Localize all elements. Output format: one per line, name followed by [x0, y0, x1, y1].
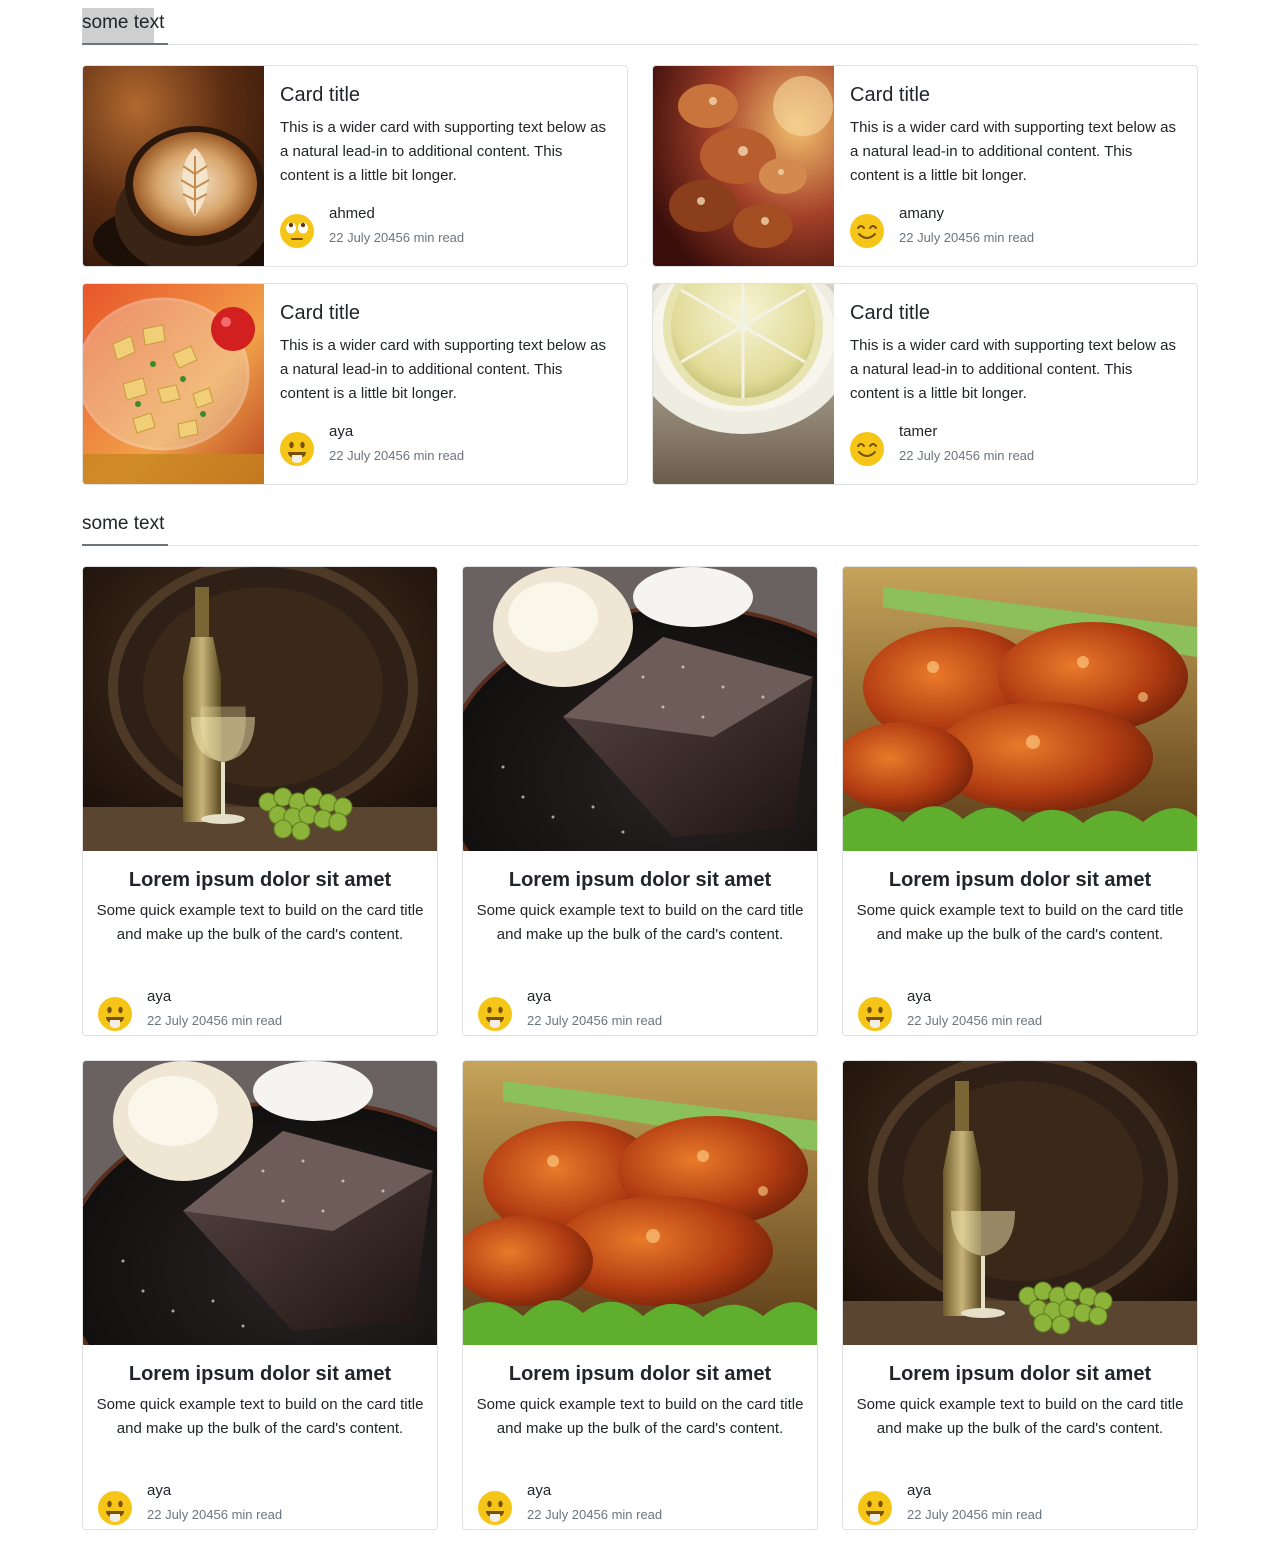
brownie-image [463, 567, 817, 851]
card-text: This is a wider card with supporting tex… [280, 119, 606, 184]
tongue-out-emoji-icon [98, 997, 132, 1031]
horizontal-card[interactable]: Card title This is a wider card with sup… [82, 65, 628, 267]
post-meta: 22 July 20456 min read [147, 1507, 283, 1522]
post-meta: 22 July 20456 min read [527, 1507, 663, 1522]
pasta-salad-image [83, 284, 264, 484]
card-title: Lorem ipsum dolor sit amet [128, 1363, 392, 1385]
tongue-out-emoji-icon [478, 997, 512, 1031]
author-name: amany [899, 205, 945, 222]
horizontal-card[interactable]: Card title This is a wider card with sup… [82, 283, 628, 485]
card-text: This is a wider card with supporting tex… [850, 119, 1176, 184]
lemon-slice-image [653, 284, 834, 484]
horizontal-card[interactable]: Card title This is a wider card with sup… [652, 283, 1198, 485]
tongue-out-emoji-icon [858, 997, 892, 1031]
post-meta: 22 July 20456 min read [899, 230, 1035, 245]
rolling-eyes-emoji-icon [280, 214, 314, 248]
brownie-image [83, 1061, 437, 1345]
post-meta: 22 July 20456 min read [329, 448, 465, 463]
latte-image [83, 66, 264, 266]
card-text: This is a wider card with supporting tex… [850, 337, 1176, 402]
pastry-image [653, 66, 834, 266]
section-heading-1: some text [82, 8, 1198, 45]
card-title: Card title [850, 302, 931, 324]
card-title: Card title [280, 84, 361, 106]
author-name: tamer [899, 423, 938, 440]
vertical-card[interactable]: Lorem ipsum dolor sit amet Some quick ex… [842, 1060, 1198, 1530]
card-title: Lorem ipsum dolor sit amet [128, 869, 392, 891]
card-title: Lorem ipsum dolor sit amet [508, 1363, 772, 1385]
vertical-card[interactable]: Lorem ipsum dolor sit amet Some quick ex… [82, 1060, 438, 1530]
card-title: Card title [280, 302, 361, 324]
card-title: Lorem ipsum dolor sit amet [508, 869, 772, 891]
card-text: Some quick example text to build on the … [856, 1396, 1184, 1437]
post-meta: 22 July 20456 min read [147, 1013, 283, 1028]
wine-image [843, 1061, 1197, 1345]
author-name: aya [527, 1482, 552, 1499]
card-text: Some quick example text to build on the … [476, 902, 804, 943]
section-heading-label: some text [82, 509, 169, 546]
section-heading-label: some text [82, 8, 169, 45]
vertical-card[interactable]: Lorem ipsum dolor sit amet Some quick ex… [842, 566, 1198, 1036]
horizontal-card[interactable]: Card title This is a wider card with sup… [652, 65, 1198, 267]
post-meta: 22 July 20456 min read [907, 1507, 1043, 1522]
tongue-out-emoji-icon [478, 1491, 512, 1525]
card-text: Some quick example text to build on the … [96, 1396, 424, 1437]
post-meta: 22 July 20456 min read [907, 1013, 1043, 1028]
card-title: Card title [850, 84, 931, 106]
author-name: aya [907, 1482, 932, 1499]
author-name: aya [329, 423, 354, 440]
wine-image [83, 567, 437, 851]
section-heading-2: some text [82, 509, 1198, 546]
author-name: aya [147, 988, 172, 1005]
card-title: Lorem ipsum dolor sit amet [888, 869, 1152, 891]
smiling-emoji-icon [850, 432, 884, 466]
post-meta: 22 July 20456 min read [329, 230, 465, 245]
chicken-wings-image [843, 567, 1197, 851]
card-text: Some quick example text to build on the … [476, 1396, 804, 1437]
vertical-card[interactable]: Lorem ipsum dolor sit amet Some quick ex… [462, 1060, 818, 1530]
card-text: This is a wider card with supporting tex… [280, 337, 606, 402]
author-name: ahmed [329, 205, 375, 222]
post-meta: 22 July 20456 min read [527, 1013, 663, 1028]
smiling-emoji-icon [850, 214, 884, 248]
card-text: Some quick example text to build on the … [96, 902, 424, 943]
author-name: aya [907, 988, 932, 1005]
card-title: Lorem ipsum dolor sit amet [888, 1363, 1152, 1385]
author-name: aya [147, 1482, 172, 1499]
card-text: Some quick example text to build on the … [856, 902, 1184, 943]
tongue-out-emoji-icon [280, 432, 314, 466]
author-name: aya [527, 988, 552, 1005]
vertical-card[interactable]: Lorem ipsum dolor sit amet Some quick ex… [462, 566, 818, 1036]
vertical-card[interactable]: Lorem ipsum dolor sit amet Some quick ex… [82, 566, 438, 1036]
post-meta: 22 July 20456 min read [899, 448, 1035, 463]
chicken-wings-image [463, 1061, 817, 1345]
tongue-out-emoji-icon [858, 1491, 892, 1525]
tongue-out-emoji-icon [98, 1491, 132, 1525]
